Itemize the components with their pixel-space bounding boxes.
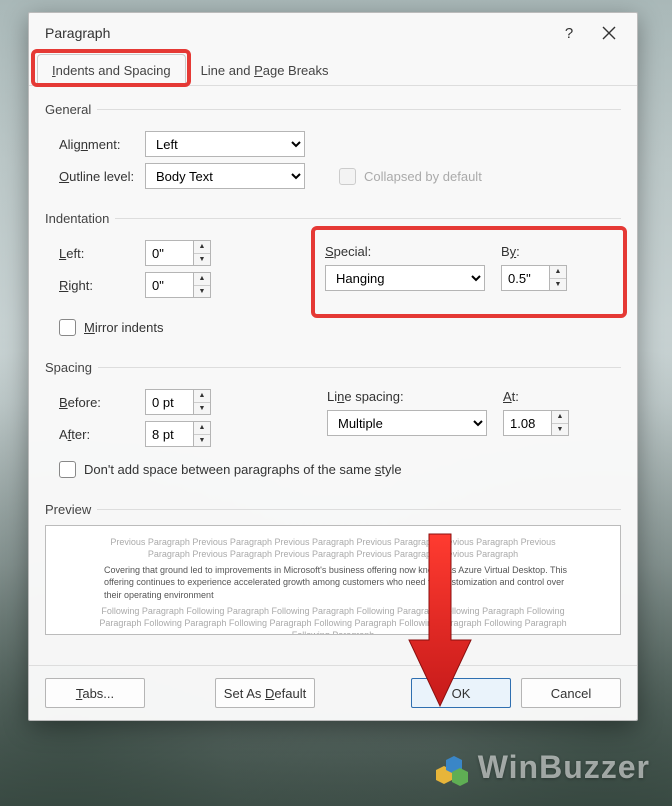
watermark-text: WinBuzzer	[478, 749, 650, 786]
cancel-button[interactable]: Cancel	[521, 678, 621, 708]
preview-legend: Preview	[45, 502, 97, 517]
tab-line-page-breaks[interactable]: Line and Page Breaks	[186, 54, 344, 86]
button-bar: Tabs... Set As Default OK Cancel	[29, 665, 637, 720]
special-select[interactable]: Hanging	[325, 265, 485, 291]
mirror-indents-label: Mirror indents	[84, 320, 163, 335]
spin-down-icon[interactable]: ▼	[552, 424, 568, 436]
spacing-legend: Spacing	[45, 360, 98, 375]
outline-level-select[interactable]: Body Text	[145, 163, 305, 189]
tab-label: Indents and Spacing	[52, 63, 171, 78]
tab-indents-spacing[interactable]: Indents and Spacing	[37, 54, 186, 86]
line-spacing-label: Line spacing:	[327, 389, 475, 404]
indent-right-input[interactable]	[145, 272, 193, 298]
preview-previous-text: Previous Paragraph Previous Paragraph Pr…	[60, 536, 606, 560]
paragraph-dialog: Paragraph ? Indents and Spacing Line and…	[28, 12, 638, 721]
outline-level-label: Outline level:	[45, 169, 137, 184]
line-spacing-select[interactable]: Multiple	[327, 410, 487, 436]
dont-add-space-label: Don't add space between paragraphs of th…	[84, 462, 402, 477]
spin-down-icon[interactable]: ▼	[194, 254, 210, 266]
at-input[interactable]	[503, 410, 551, 436]
mirror-indents-checkbox[interactable]	[59, 319, 76, 336]
at-spinner[interactable]: ▲▼	[503, 410, 569, 436]
before-input[interactable]	[145, 389, 193, 415]
spin-up-icon[interactable]: ▲	[550, 266, 566, 279]
dont-add-space-checkbox[interactable]	[59, 461, 76, 478]
preview-sample-text: Covering that ground led to improvements…	[60, 560, 606, 604]
set-default-button[interactable]: Set As Default	[215, 678, 315, 708]
alignment-label: Alignment:	[45, 137, 137, 152]
indentation-legend: Indentation	[45, 211, 115, 226]
preview-group: Preview Previous Paragraph Previous Para…	[45, 502, 621, 635]
close-icon	[602, 26, 616, 40]
tab-strip: Indents and Spacing Line and Page Breaks	[29, 53, 637, 86]
general-group: General Alignment: Left Outline level: B…	[45, 102, 621, 195]
after-input[interactable]	[145, 421, 193, 447]
preview-following-text: Following Paragraph Following Paragraph …	[60, 605, 606, 635]
before-spinner[interactable]: ▲▼	[145, 389, 211, 415]
after-spinner[interactable]: ▲▼	[145, 421, 211, 447]
watermark: WinBuzzer	[430, 746, 650, 788]
after-label: After:	[45, 427, 137, 442]
by-spinner[interactable]: ▲▼	[501, 265, 567, 291]
title-bar: Paragraph ?	[29, 13, 637, 53]
by-input[interactable]	[501, 265, 549, 291]
alignment-select[interactable]: Left	[145, 131, 305, 157]
spin-down-icon[interactable]: ▼	[194, 403, 210, 415]
before-label: Before:	[45, 395, 137, 410]
spin-up-icon[interactable]: ▲	[552, 411, 568, 424]
general-legend: General	[45, 102, 97, 117]
indent-left-label: Left:	[45, 246, 137, 261]
help-button[interactable]: ?	[549, 13, 589, 53]
preview-box: Previous Paragraph Previous Paragraph Pr…	[45, 525, 621, 635]
by-label: By:	[501, 244, 520, 259]
spin-up-icon[interactable]: ▲	[194, 241, 210, 254]
special-label: Special:	[325, 244, 473, 259]
dialog-body: General Alignment: Left Outline level: B…	[29, 86, 637, 665]
tabs-button[interactable]: Tabs...	[45, 678, 145, 708]
close-button[interactable]	[589, 13, 629, 53]
winbuzzer-logo-icon	[430, 746, 472, 788]
spacing-group: Spacing Before: ▲▼ After: ▲▼	[45, 360, 621, 486]
collapsed-checkbox	[339, 168, 356, 185]
collapsed-label: Collapsed by default	[364, 169, 482, 184]
spin-up-icon[interactable]: ▲	[194, 422, 210, 435]
indent-right-label: Right:	[45, 278, 137, 293]
spin-down-icon[interactable]: ▼	[194, 286, 210, 298]
indentation-group: Indentation Left: ▲▼ Right: ▲▼	[45, 211, 621, 344]
spin-up-icon[interactable]: ▲	[194, 273, 210, 286]
ok-button[interactable]: OK	[411, 678, 511, 708]
tab-label: Line and Page Breaks	[201, 63, 329, 78]
indent-left-spinner[interactable]: ▲▼	[145, 240, 211, 266]
dialog-title: Paragraph	[45, 25, 110, 41]
spin-up-icon[interactable]: ▲	[194, 390, 210, 403]
indent-left-input[interactable]	[145, 240, 193, 266]
indent-right-spinner[interactable]: ▲▼	[145, 272, 211, 298]
spin-down-icon[interactable]: ▼	[194, 435, 210, 447]
spin-down-icon[interactable]: ▼	[550, 279, 566, 291]
at-label: At:	[503, 389, 519, 404]
